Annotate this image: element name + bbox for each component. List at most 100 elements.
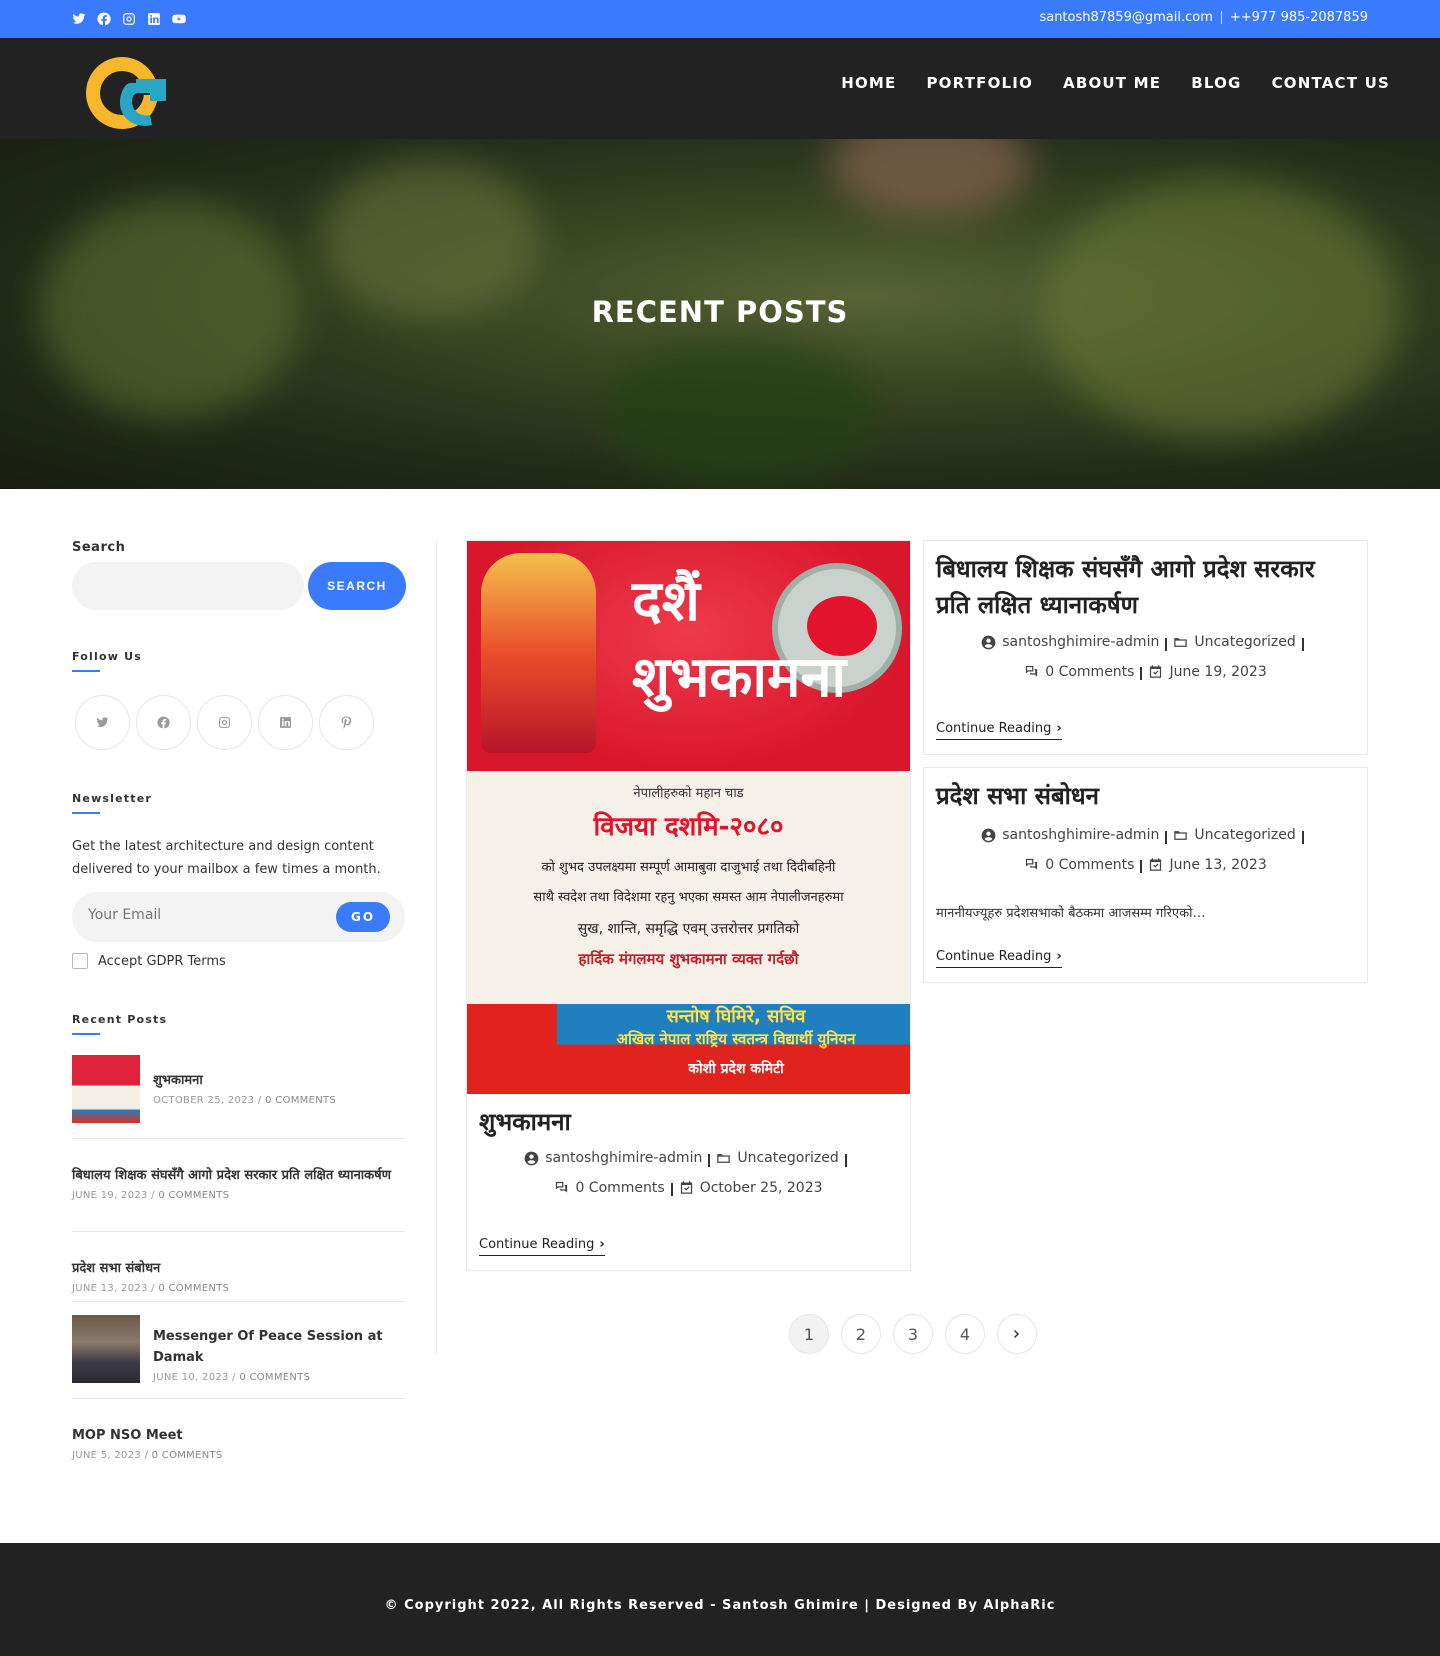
post-category[interactable]: Uncategorized: [737, 1145, 838, 1171]
pinterest-icon[interactable]: [319, 695, 374, 750]
post-category[interactable]: Uncategorized: [1194, 629, 1295, 655]
twitter-icon[interactable]: [71, 11, 86, 26]
main-nav: HOME PORTFOLIO ABOUT ME BLOG CONTACT US: [841, 74, 1390, 92]
recent-post-item[interactable]: Messenger Of Peace Session at Damak JUNE…: [72, 1315, 405, 1399]
recent-post-item[interactable]: बिधालय शिक्षक संघसँगै आगो प्रदेश सरकार प…: [72, 1153, 405, 1232]
recent-post-item[interactable]: शुभकामना OCTOBER 25, 2023 / 0 COMMENTS: [72, 1055, 405, 1139]
hero-plant: [600, 339, 880, 489]
chevron-right-icon: ›: [599, 1237, 605, 1252]
post-comments[interactable]: 0 Comments: [1045, 852, 1134, 878]
twitter-icon[interactable]: [75, 695, 130, 750]
nav-portfolio[interactable]: PORTFOLIO: [926, 74, 1033, 92]
gdpr-checkbox[interactable]: [72, 953, 88, 969]
recent-post-date: JUNE 5, 2023: [72, 1450, 142, 1461]
post-card: दशैं शुभकामना नेपालीहरुको महान चाड विजया…: [466, 540, 911, 1271]
continue-reading-label: Continue Reading: [936, 949, 1052, 964]
recent-post-meta: JUNE 13, 2023 / 0 COMMENTS: [72, 1283, 230, 1294]
post-title[interactable]: प्रदेश सभा संबोधन: [936, 778, 1356, 814]
poster-line-2: विजया दशमि-२०८०: [593, 812, 784, 842]
linkedin-icon[interactable]: [258, 695, 313, 750]
youtube-icon[interactable]: [171, 11, 186, 26]
newsletter-description: Get the latest architecture and design c…: [72, 839, 381, 877]
post-title[interactable]: शुभकामना: [479, 1104, 571, 1140]
recent-post-item[interactable]: MOP NSO Meet JUNE 5, 2023 / 0 COMMENTS: [72, 1412, 405, 1472]
post-author[interactable]: santoshghimire-admin: [545, 1145, 702, 1171]
recent-post-date: JUNE 10, 2023: [153, 1372, 229, 1383]
pagination: 1 2 3 4: [789, 1314, 1037, 1354]
recent-post-title[interactable]: शुभकामना: [153, 1070, 403, 1091]
post-author[interactable]: santoshghimire-admin: [1002, 822, 1159, 848]
poster-goddess-figure: [481, 553, 596, 753]
page-3[interactable]: 3: [893, 1314, 933, 1354]
continue-reading-link[interactable]: Continue Reading ›: [936, 949, 1062, 968]
recent-post-title[interactable]: Messenger Of Peace Session at Damak: [153, 1326, 403, 1368]
page-2[interactable]: 2: [841, 1314, 881, 1354]
topbar-socials: [71, 11, 186, 26]
nav-blog[interactable]: BLOG: [1191, 74, 1241, 92]
recent-post-comments[interactable]: 0 COMMENTS: [152, 1450, 223, 1461]
recent-post-comments[interactable]: 0 COMMENTS: [239, 1372, 310, 1383]
recent-post-comments[interactable]: 0 COMMENTS: [265, 1095, 336, 1106]
continue-reading-link[interactable]: Continue Reading ›: [479, 1237, 605, 1256]
gdpr-checkbox-row[interactable]: Accept GDPR Terms: [72, 953, 226, 969]
page-1[interactable]: 1: [789, 1314, 829, 1354]
gdpr-label: Accept GDPR Terms: [98, 953, 226, 969]
contact-email[interactable]: santosh87859@gmail.com: [1039, 10, 1212, 25]
recent-post-title[interactable]: प्रदेश सभा संबोधन: [72, 1258, 405, 1279]
post-category[interactable]: Uncategorized: [1194, 822, 1295, 848]
search-button[interactable]: SEARCH: [308, 562, 406, 610]
search-label: Search: [72, 540, 126, 555]
nav-about-me[interactable]: ABOUT ME: [1063, 74, 1161, 92]
recent-post-title[interactable]: MOP NSO Meet: [72, 1425, 405, 1446]
comments-icon: [1026, 665, 1038, 677]
post-comments[interactable]: 0 Comments: [1045, 659, 1134, 685]
post-card: प्रदेश सभा संबोधन santoshghimire-admin Un…: [923, 767, 1368, 983]
folder-icon: [717, 1153, 731, 1163]
facebook-icon[interactable]: [96, 11, 111, 26]
calendar-check-icon: [1150, 665, 1162, 678]
nav-home[interactable]: HOME: [841, 74, 896, 92]
contact-phone[interactable]: ++977 985-2087859: [1230, 10, 1368, 25]
post-author[interactable]: santoshghimire-admin: [1002, 629, 1159, 655]
comments-icon: [556, 1181, 568, 1193]
calendar-check-icon: [680, 1181, 692, 1194]
instagram-icon[interactable]: [197, 695, 252, 750]
recent-post-thumbnail[interactable]: [72, 1055, 140, 1123]
facebook-icon[interactable]: [136, 695, 191, 750]
folder-icon: [1174, 830, 1188, 840]
poster-line-6: हार्दिक मंगलमय शुभकामना व्यक्त गर्दछौ: [578, 950, 799, 968]
search-input[interactable]: [72, 562, 304, 610]
chevron-right-icon: [1014, 1330, 1019, 1338]
recent-post-comments[interactable]: 0 COMMENTS: [158, 1190, 229, 1201]
poster-footer-1: सन्तोष घिमिरे, सचिव: [666, 1006, 806, 1027]
search-form: SEARCH: [72, 562, 406, 610]
page-4[interactable]: 4: [945, 1314, 985, 1354]
continue-reading-link[interactable]: Continue Reading ›: [936, 721, 1062, 740]
newsletter-email-field[interactable]: Your Email GO: [72, 892, 405, 942]
continue-reading-label: Continue Reading: [479, 1237, 595, 1252]
recent-post-thumbnail[interactable]: [72, 1315, 140, 1383]
post-meta: santoshghimire-admin Uncategorized 0 Comm…: [924, 629, 1367, 688]
post-comments[interactable]: 0 Comments: [575, 1175, 664, 1201]
recent-post-item[interactable]: प्रदेश सभा संबोधन JUNE 13, 2023 / 0 COMM…: [72, 1246, 405, 1302]
site-logo[interactable]: [80, 49, 172, 133]
next-page-button[interactable]: [997, 1314, 1037, 1354]
poster-footer-2: अखिल नेपाल राष्ट्रिय स्वतन्त्र विद्यार्थ…: [616, 1030, 856, 1048]
recent-post-title[interactable]: बिधालय शिक्षक संघसँगै आगो प्रदेश सरकार प…: [72, 1165, 405, 1186]
chevron-right-icon: ›: [1056, 721, 1062, 736]
top-bar: santosh87859@gmail.com ++977 985-2087859: [0, 0, 1440, 38]
linkedin-icon[interactable]: [146, 11, 161, 26]
sidebar: Search SEARCH Follow Us Newsletter Get t…: [72, 540, 437, 1461]
recent-post-date: OCTOBER 25, 2023: [153, 1095, 255, 1106]
divider: [1220, 11, 1222, 24]
post-date: October 25, 2023: [699, 1179, 823, 1196]
post-title[interactable]: बिधालय शिक्षक संघसँगै आगो प्रदेश सरकार प…: [936, 551, 1356, 623]
newsletter-go-button[interactable]: GO: [336, 902, 390, 932]
recent-post-date: JUNE 13, 2023: [72, 1283, 148, 1294]
nav-contact-us[interactable]: CONTACT US: [1272, 74, 1390, 92]
post-date: June 13, 2023: [1169, 856, 1267, 873]
recent-post-comments[interactable]: 0 COMMENTS: [158, 1283, 229, 1294]
post-featured-image[interactable]: दशैं शुभकामना नेपालीहरुको महान चाड विजया…: [467, 541, 910, 1094]
comments-icon: [1026, 858, 1038, 870]
instagram-icon[interactable]: [121, 11, 136, 26]
